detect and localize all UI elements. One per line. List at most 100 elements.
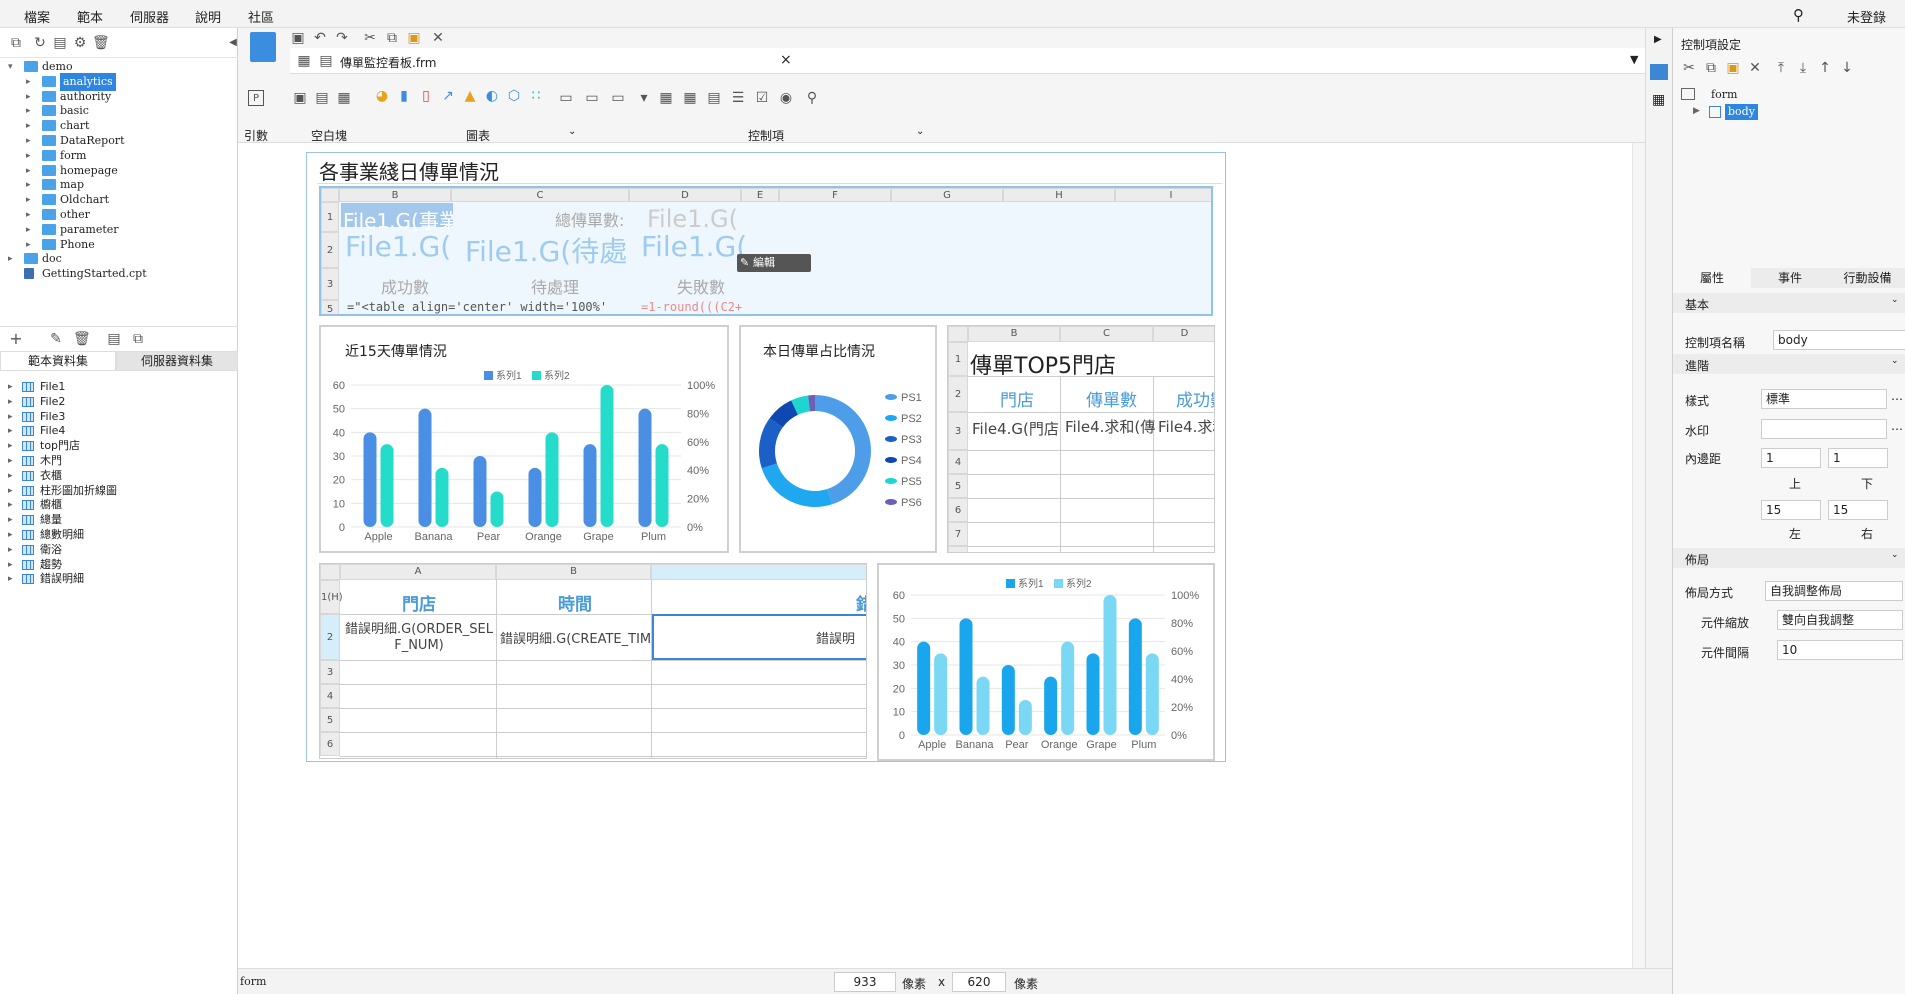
cell-b5[interactable]: ="<table align='center' width='100%' [347,300,637,314]
widget-group-expand-icon[interactable]: ⌄ [916,126,924,137]
report-block-top5[interactable]: BCD 12345678 傳單TOP5門店 門店 傳單數 成功數 File4.G(… [947,325,1215,553]
section-layout[interactable]: 佈局 ⌄ [1673,548,1905,568]
column-header[interactable]: B [968,326,1060,342]
cell-d3[interactable]: 失敗數 [677,274,725,298]
props-delete-icon[interactable]: ✕ [1747,60,1763,76]
padding-left-input[interactable]: 15 [1761,500,1821,520]
tree-item-gettingstarted-cpt[interactable]: GettingStarted.cpt [0,265,238,283]
column-chart-icon[interactable]: ▯ [418,88,434,104]
parameter-icon[interactable]: P [248,90,264,106]
expand-dock-icon[interactable]: ▶ [1654,34,1662,45]
props-paste-icon[interactable]: ▣ [1725,60,1741,76]
bar[interactable] [655,444,669,527]
donut-slice[interactable] [815,395,871,505]
block-split-icon[interactable]: ▤ [314,90,330,106]
row-header[interactable]: 1 [321,202,339,232]
new-file-icon[interactable]: ⧉ [8,35,24,51]
bar[interactable] [1044,676,1058,735]
padding-top-input[interactable]: 1 [1761,448,1821,468]
top5-cell-store[interactable]: File4.G(門店) [972,418,1060,439]
edit-button[interactable]: ✎ 編輯 [737,254,811,272]
bar[interactable] [1018,700,1032,735]
row-header[interactable]: 5 [320,708,340,732]
preview-dataset-icon[interactable]: ▤ [106,331,122,347]
settings-icon[interactable]: ⚙ [72,35,88,51]
row-header[interactable]: 2 [321,232,339,268]
bar[interactable] [1061,641,1075,735]
chart-panel-15days[interactable]: 近15天傳單情況 系列1 系列2 0 10 20 30 40 50 60 0% 20% 40% 60% 8… [319,325,729,553]
bar[interactable] [1103,595,1117,735]
bar[interactable] [1128,618,1142,735]
cell-b2[interactable]: File1.G( [345,230,457,263]
row-header[interactable]: 3 [320,660,340,684]
bar[interactable] [600,385,614,527]
bar[interactable] [583,444,597,527]
bar[interactable] [418,408,432,527]
dataset-item[interactable]: ▸ 錯誤明細 [0,570,238,588]
list-icon[interactable]: ☰ [730,90,746,106]
column-header[interactable]: H [1003,188,1115,202]
section-layout-toggle-icon[interactable]: ⌄ [1891,550,1899,560]
bar[interactable] [1086,653,1100,735]
cell-d5[interactable]: =1-round(((C2+ [641,300,745,314]
form-icon[interactable] [250,32,276,62]
redo-icon[interactable]: ↷ [334,30,350,46]
delete-icon[interactable]: 🗑 [92,35,110,51]
new-file-alt-icon[interactable]: ▤ [52,35,68,51]
column-header[interactable]: C [451,188,629,202]
donut-slice[interactable] [759,418,783,469]
section-advanced-toggle-icon[interactable]: ⌄ [1891,356,1899,366]
column-header-selected[interactable] [651,564,866,580]
layout-dock-icon[interactable]: ▦ [1652,92,1665,108]
tab-title[interactable]: 傳單監控看板.frm [340,54,436,71]
move-top-icon[interactable]: ⤒ [1773,60,1789,76]
move-up-icon[interactable]: ↑ [1817,60,1833,76]
column-header[interactable]: D [1153,326,1214,342]
cell-d2[interactable]: File1.G( [641,230,745,263]
menu-community[interactable]: 社區 [248,7,274,26]
props-copy-icon[interactable]: ⧉ [1703,60,1719,76]
bar[interactable] [363,432,377,527]
radar-chart-icon[interactable]: ⬡ [506,88,522,104]
vertical-scrollbar[interactable] [1632,143,1645,981]
cell-c1[interactable]: 總傳單數: [555,207,645,231]
watermark-input[interactable] [1761,419,1887,439]
undo-icon[interactable]: ↶ [312,30,328,46]
label-icon[interactable]: ▤ [706,90,722,106]
bar[interactable] [934,653,948,735]
bar[interactable] [1145,653,1159,735]
row-header[interactable]: 3 [948,412,968,450]
line-chart-icon[interactable]: ↗ [440,88,456,104]
row-header[interactable]: 5 [321,300,339,314]
gap-input[interactable]: 10 [1777,640,1903,660]
save-icon[interactable]: ▣ [290,30,306,46]
bar[interactable] [473,456,487,527]
column-header[interactable]: B [339,188,451,202]
gauge-chart-icon[interactable]: ◐ [484,88,500,104]
bar[interactable] [638,408,652,527]
row-header[interactable]: 1(H) [320,580,343,614]
chart-panel-today[interactable]: 本日傳單占比情況 PS1 PS2 PS3 PS4 PS5 PS6 [739,325,937,553]
tab-mobile[interactable]: 行動設備 [1829,268,1905,288]
column-header[interactable]: F [779,188,891,202]
bar[interactable] [545,432,559,527]
cell-d1[interactable]: File1.G( [647,205,741,233]
bar[interactable] [917,641,931,735]
add-dataset-icon[interactable]: + [8,331,24,347]
watermark-more-icon[interactable]: … [1891,419,1903,433]
section-basic-toggle-icon[interactable]: ⌄ [1891,295,1899,305]
column-header[interactable]: E [741,188,779,202]
row-header[interactable]: 6 [320,732,340,756]
row-header[interactable]: 2 [948,376,968,412]
widget-name-input[interactable]: body [1773,330,1905,350]
column-header[interactable]: G [891,188,1003,202]
cell-b3[interactable]: 成功數 [381,274,429,298]
tree-form[interactable]: form [1711,88,1737,101]
tab-properties[interactable]: 屬性 [1673,268,1751,288]
pie-chart-icon[interactable]: ◕ [374,88,390,104]
report-block-summary[interactable]: BCDEFGHIJ 1235 File1.G(事業 總傳單數: File1.G(… [319,186,1213,316]
props-cut-icon[interactable]: ✂ [1681,60,1697,76]
bar[interactable] [528,467,542,527]
date-icon[interactable]: ▦ [658,90,674,106]
chart-panel-bottom[interactable]: 系列1 系列2 0 10 20 30 40 50 60 0% 20% 40% 60% 80% 100% App… [877,563,1215,761]
